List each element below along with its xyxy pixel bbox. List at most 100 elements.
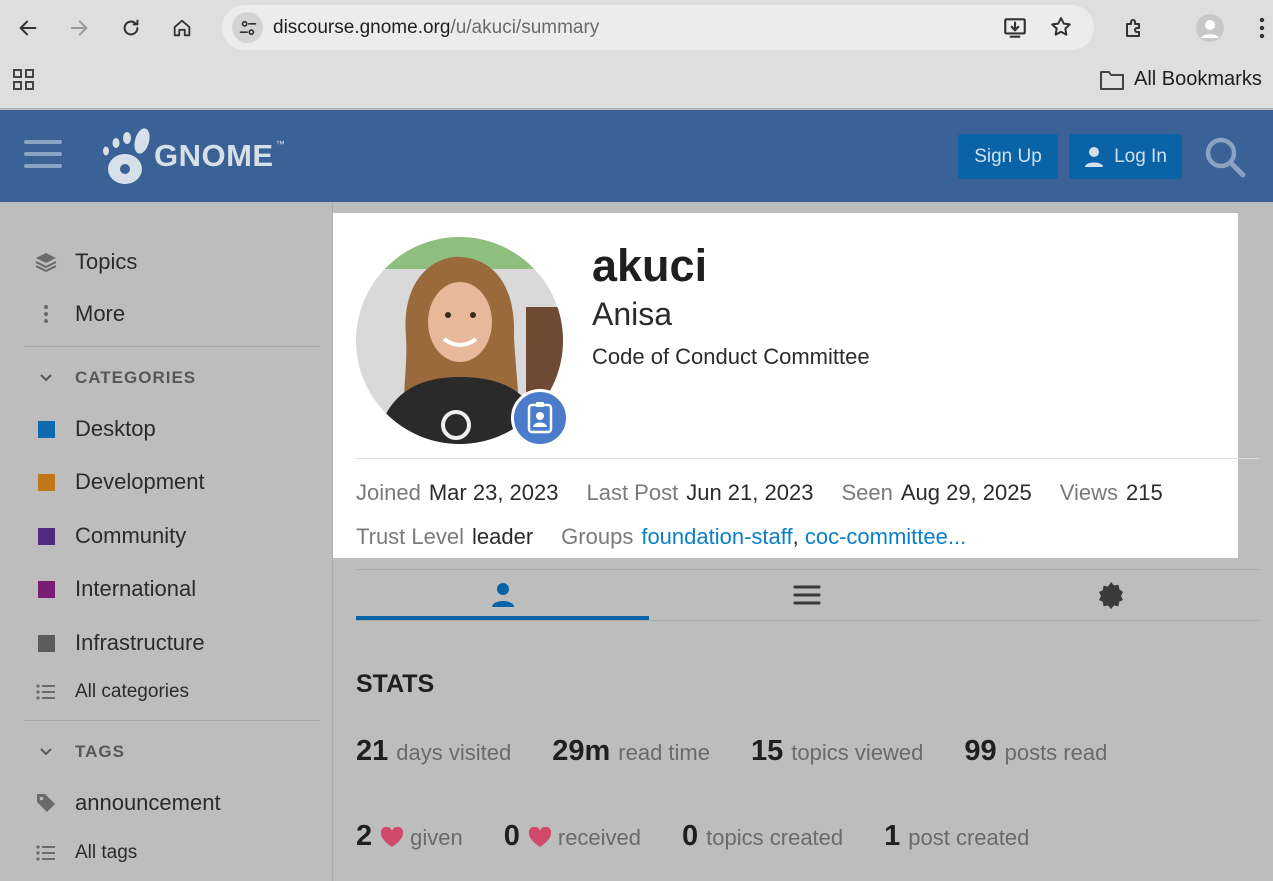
browser-menu-icon[interactable]: [1246, 12, 1273, 44]
tag-label: announcement: [75, 790, 221, 815]
profile-meta-row: Joined Mar 23, 2023 Last Post Jun 21, 2023…: [356, 480, 1163, 506]
tab-badges[interactable]: [964, 571, 1257, 619]
log-in-label: Log In: [1114, 145, 1167, 167]
hamburger-menu-icon[interactable]: [24, 140, 62, 172]
joined-stat: Joined Mar 23, 2023: [356, 480, 559, 505]
install-app-icon[interactable]: [1002, 15, 1028, 46]
stat-likes-received: 0 received: [503, 820, 642, 853]
heart-icon: [380, 826, 404, 853]
bookmarks-bar: All Bookmarks: [0, 56, 1273, 109]
all-categories-label: All categories: [75, 681, 190, 702]
all-bookmarks-link[interactable]: All Bookmarks: [1134, 68, 1262, 91]
category-swatch: [37, 473, 55, 491]
sidebar-category-infrastructure[interactable]: Infrastructure: [34, 628, 205, 658]
tabs-bottom-border: [356, 620, 1259, 621]
profile-username: akuci: [592, 240, 708, 291]
sidebar-category-community[interactable]: Community: [34, 521, 186, 551]
category-swatch: [37, 634, 55, 652]
forward-icon[interactable]: [63, 12, 95, 44]
sidebar-divider: [24, 346, 320, 347]
last-post-stat[interactable]: Last Post Jun 21, 2023: [586, 480, 813, 506]
stats-row-1: 21 days visited 29m read time 15 topics vie…: [356, 735, 1148, 768]
stream-icon: [793, 585, 820, 605]
categories-section-toggle[interactable]: CATEGORIES: [34, 366, 196, 390]
sidebar-category-international[interactable]: International: [34, 574, 196, 604]
folder-icon[interactable]: [1099, 69, 1125, 96]
category-swatch: [37, 420, 55, 438]
stat-read-time: 29m read time: [552, 735, 710, 767]
category-swatch: [37, 527, 55, 545]
tag-icon: [34, 792, 58, 814]
category-label: Desktop: [75, 416, 156, 441]
trust-level-stat: Trust Level leader: [356, 524, 534, 549]
url-text: discourse.gnome.org/u/akuci/summary: [273, 17, 600, 38]
category-label: Community: [75, 523, 187, 548]
sidebar-item-more[interactable]: More: [34, 299, 125, 329]
home-icon[interactable]: [166, 12, 198, 44]
list-icon: [34, 845, 58, 861]
categories-heading: CATEGORIES: [75, 368, 197, 387]
sidebar-item-label: Topics: [75, 249, 138, 274]
user-icon: [491, 583, 514, 607]
layers-icon: [34, 252, 58, 272]
category-label: International: [75, 576, 197, 601]
heart-icon: [528, 826, 552, 853]
sidebar-all-tags[interactable]: All tags: [34, 838, 137, 868]
vertical-dots-icon: [34, 304, 58, 324]
stat-days-visited: 21 days visited: [356, 735, 512, 767]
profile-title: Code of Conduct Committee: [592, 344, 870, 369]
sidebar-divider: [24, 720, 320, 721]
logo-trademark: ™: [275, 139, 285, 149]
tags-heading: TAGS: [75, 742, 125, 761]
bookmark-star-icon[interactable]: [1049, 15, 1073, 44]
category-swatch: [37, 580, 55, 598]
tab-summary[interactable]: [356, 571, 649, 619]
stat-topics-created: 0 topics created: [682, 820, 844, 852]
views-stat: Views 215: [1059, 480, 1163, 505]
sidebar-category-desktop[interactable]: Desktop: [34, 414, 156, 444]
sidebar-item-label: More: [75, 301, 126, 326]
chevron-down-icon: [34, 373, 58, 383]
all-tags-label: All tags: [75, 842, 138, 863]
site-info-icon[interactable]: [232, 12, 263, 43]
address-bar[interactable]: discourse.gnome.org/u/akuci/summary: [222, 5, 1094, 50]
stats-row-2: 2 given 0 received 0 topics created 1 post…: [356, 820, 1070, 853]
badge-certificate-icon: [1098, 582, 1123, 609]
extensions-icon[interactable]: [1118, 12, 1150, 44]
category-label: Infrastructure: [75, 630, 205, 655]
logo-text: GNOME: [154, 138, 274, 173]
category-label: Development: [75, 469, 205, 494]
profile-avatar-icon[interactable]: [1194, 12, 1226, 44]
stat-posts-created: 1 post created: [884, 820, 1030, 852]
search-icon[interactable]: [1200, 134, 1250, 179]
card-divider: [356, 458, 1259, 459]
stat-likes-given: 2 given: [356, 820, 463, 853]
gnome-foot-icon: [103, 128, 150, 184]
group-link-foundation-staff[interactable]: foundation-staff: [641, 524, 792, 549]
gnome-logo[interactable]: GNOME ™: [98, 125, 285, 187]
list-icon: [34, 684, 58, 700]
log-in-button[interactable]: Log In: [1069, 134, 1182, 179]
sidebar-all-categories[interactable]: All categories: [34, 677, 189, 707]
chevron-down-icon: [34, 747, 58, 757]
apps-grid-icon[interactable]: [13, 69, 35, 96]
reload-icon[interactable]: [115, 12, 147, 44]
stat-topics-viewed: 15 topics viewed: [750, 735, 924, 767]
user-icon: [1085, 146, 1104, 167]
groups-stat: Groups foundation-staff, coc-committee...: [561, 524, 967, 549]
sidebar-tag-announcement[interactable]: announcement: [34, 788, 221, 818]
back-icon[interactable]: [12, 12, 44, 44]
tabs-top-border: [356, 569, 1259, 570]
seen-stat: Seen Aug 29, 2025: [841, 480, 1032, 505]
tab-activity[interactable]: [660, 571, 953, 619]
group-link-coc-committee[interactable]: coc-committee...: [805, 524, 966, 549]
sidebar-category-development[interactable]: Development: [34, 467, 205, 497]
profile-meta-row-2: Trust Level leader Groups foundation-staff…: [356, 524, 966, 550]
id-badge-icon[interactable]: [511, 389, 569, 447]
profile-full-name: Anisa: [592, 296, 673, 332]
sign-up-button[interactable]: Sign Up: [958, 134, 1058, 179]
tags-section-toggle[interactable]: TAGS: [34, 740, 125, 764]
stat-posts-read: 99 posts read: [964, 735, 1108, 767]
sidebar-item-topics[interactable]: Topics: [34, 247, 137, 277]
stats-heading: STATS: [356, 670, 435, 698]
